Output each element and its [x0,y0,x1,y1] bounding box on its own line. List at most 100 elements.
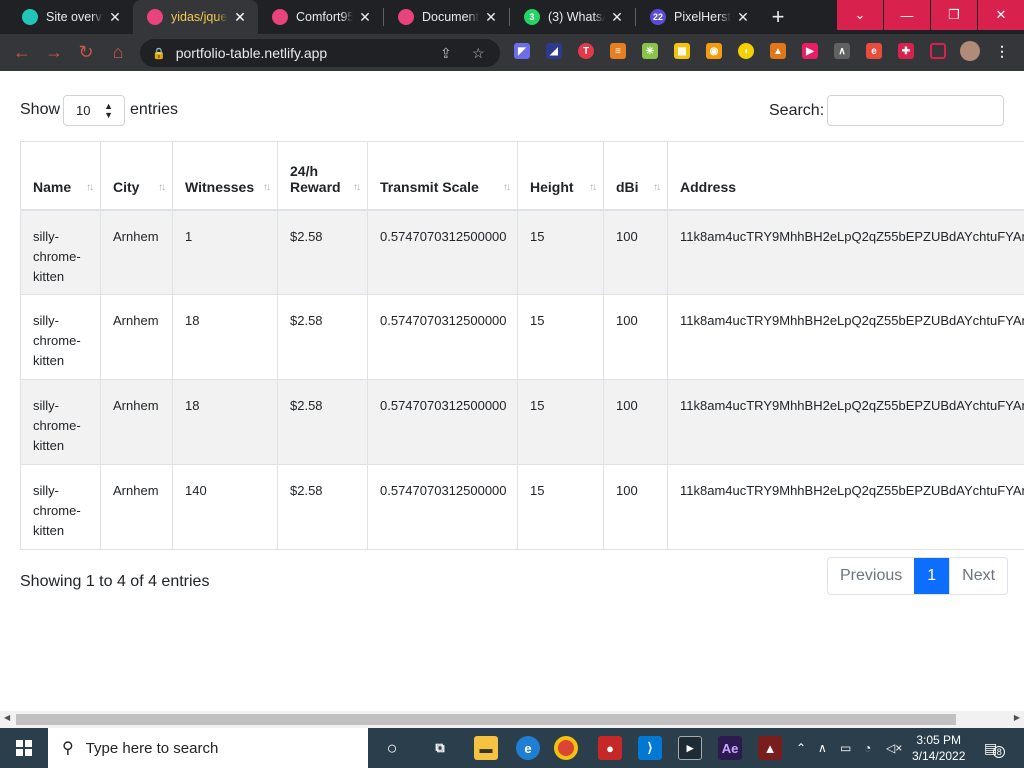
edge-icon[interactable]: e [516,736,540,760]
column-header[interactable]: 24/h Reward ↑↓ [277,141,368,211]
close-tab-icon[interactable]: ✕ [735,9,751,26]
page-content: Show 10 ▲ ▼ entries Search: Name ↑↓ City ↑↓ W… [0,71,1024,711]
after-effects-icon[interactable]: Ae [718,736,742,760]
page-1-button[interactable]: 1 [914,558,950,594]
table-cell: Arnhem [100,379,173,465]
column-header-label: Witnesses [185,178,255,195]
reload-button[interactable]: ↻ [70,37,102,69]
start-button[interactable] [0,728,48,768]
system-clock[interactable]: 3:05 PM 3/14/2022 [912,732,965,764]
extension-icon[interactable]: ◤ [514,43,530,59]
close-window-button[interactable]: ✕ [978,0,1024,30]
sort-icon[interactable]: ↑↓ [503,182,511,193]
close-tab-icon[interactable]: ✕ [483,9,499,26]
table-cell: Arnhem [100,464,173,550]
entries-select-value: 10 [76,103,91,118]
browser-tab[interactable]: 3 (3) WhatsA ✕ [510,0,635,34]
table-cell: 140 [172,464,278,550]
browser-tab[interactable]: 22 PixelHerste ✕ [636,0,761,34]
extension-icon[interactable]: ∧ [834,43,850,59]
extension-icon[interactable]: ✳ [642,43,658,59]
previous-button[interactable]: Previous [828,558,914,594]
sort-icon[interactable]: ↑↓ [263,182,271,193]
sidepanel-icon[interactable] [930,43,946,59]
horizontal-scrollbar[interactable]: ◀ ▶ [0,711,1024,728]
forward-button[interactable]: → [38,37,70,69]
close-tab-icon[interactable]: ✕ [232,9,248,26]
tray-chevron-icon[interactable]: ∧ [818,728,827,768]
table-row: silly-chrome-kitten Arnhem 1 $2.58 0.5747070… [20,209,1024,295]
browser-tab[interactable]: Comfort95 ✕ [258,0,383,34]
next-button[interactable]: Next [949,558,1007,594]
task-view-icon[interactable]: ⧉ [428,736,452,760]
extension-icon[interactable]: ◢ [546,43,562,59]
close-tab-icon[interactable]: ✕ [107,9,123,26]
sort-icon[interactable]: ↑↓ [158,182,166,193]
table-cell: silly-chrome-kitten [20,379,101,465]
vscode-icon[interactable]: ⟩ [638,736,662,760]
tab-title: (3) WhatsA [548,10,605,24]
minimize-button[interactable]: — [884,0,930,30]
metamask-icon[interactable]: ▲ [770,43,786,59]
battery-icon[interactable]: ▭ [840,728,851,768]
browser-tab[interactable]: Document ✕ [384,0,509,34]
back-button[interactable]: ← [6,37,38,69]
entries-select[interactable]: 10 ▲ ▼ [63,95,125,126]
table-cell: silly-chrome-kitten [20,294,101,380]
pagination: Previous 1 Next [827,557,1009,595]
screen-recorder-icon[interactable]: ● [598,736,622,760]
share-icon[interactable]: ⇪ [440,45,452,62]
tray-overflow-icon[interactable]: ⌃ [796,728,806,768]
extension-icon[interactable]: e [866,43,882,59]
file-explorer-icon[interactable]: ▬ [474,736,498,760]
volume-muted-icon[interactable]: ◁× [886,728,902,768]
menu-icon[interactable]: ⋮ [994,43,1010,59]
table-row: silly-chrome-kitten Arnhem 140 $2.58 0.57470… [20,464,1024,550]
browser-tab[interactable]: yidas/jquer ✕ [133,0,258,34]
bookmark-star-icon[interactable]: ☆ [472,45,485,62]
puzzle-icon[interactable]: ✚ [898,43,914,59]
notification-icon[interactable]: ▤ 8 [984,728,1006,768]
chrome-icon[interactable] [554,736,578,760]
scroll-left-icon[interactable]: ◀ [4,713,10,722]
terminal-icon[interactable]: ▸ [678,736,702,760]
column-header[interactable]: Transmit Scale ↑↓ [367,141,518,211]
profile-avatar[interactable] [960,41,980,61]
sort-icon[interactable]: ↑↓ [86,182,94,193]
cortana-icon[interactable]: ○ [380,736,404,760]
scrollbar-thumb[interactable] [16,714,956,725]
table-cell: 0.5747070312500000 [367,464,518,550]
extension-icon[interactable]: ▦ [674,43,690,59]
column-header[interactable]: City ↑↓ [100,141,173,211]
extension-icon[interactable]: T [578,43,594,59]
column-header[interactable]: Name ↑↓ [20,141,101,211]
extension-icon[interactable]: ◖ [738,43,754,59]
lock-icon: 🔒 [152,47,166,60]
close-tab-icon[interactable]: ✕ [609,9,625,26]
sort-icon[interactable]: ↑↓ [589,182,597,193]
home-button[interactable]: ⌂ [102,37,134,69]
new-tab-button[interactable]: + [761,0,795,34]
browser-tab[interactable]: Site overvie ✕ [8,0,133,34]
column-header[interactable]: Witnesses ↑↓ [172,141,278,211]
search-input[interactable] [827,95,1004,126]
column-header[interactable]: Address [667,141,1024,211]
sort-icon[interactable]: ↑↓ [653,182,661,193]
address-bar[interactable]: 🔒 portfolio-table.netlify.app ⇪ ☆ [140,39,500,67]
close-tab-icon[interactable]: ✕ [357,9,373,26]
restore-button[interactable]: ❐ [931,0,977,30]
clock-time: 3:05 PM [916,733,962,747]
taskbar-search[interactable]: ⚲ Type here to search [48,728,368,768]
sort-icon[interactable]: ↑↓ [353,182,361,193]
extension-icon[interactable]: ◉ [706,43,722,59]
extension-icon[interactable]: ▶ [802,43,818,59]
url-text: portfolio-table.netlify.app [175,45,328,61]
wifi-icon[interactable]: ◔ [864,728,871,768]
scroll-right-icon[interactable]: ▶ [1014,713,1020,722]
column-header[interactable]: dBi ↑↓ [603,141,668,211]
extension-icon[interactable]: ≡ [610,43,626,59]
column-header[interactable]: Height ↑↓ [517,141,604,211]
tab-search-icon[interactable]: ⌄ [837,0,883,30]
table-cell: 0.5747070312500000 [367,379,518,465]
game-icon[interactable]: ▲ [758,736,782,760]
